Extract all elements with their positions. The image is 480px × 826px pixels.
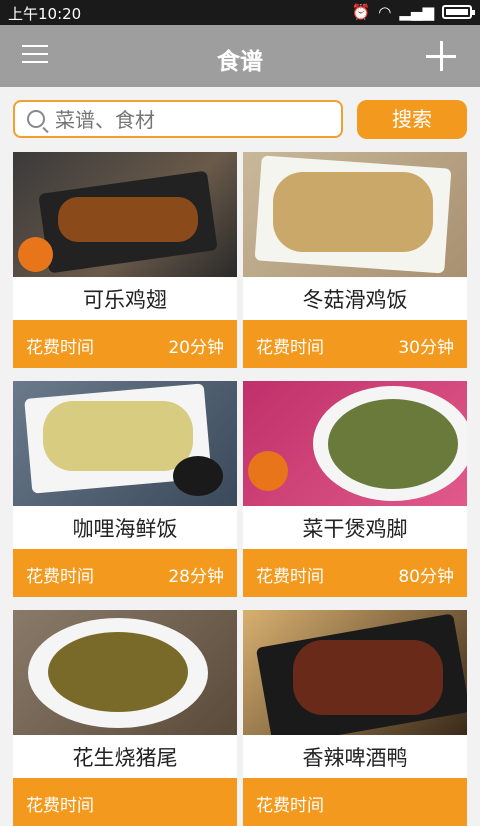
recipe-photo	[13, 610, 237, 735]
wifi-icon: ◠	[378, 3, 392, 21]
search-button[interactable]: 搜索	[357, 100, 467, 139]
recipe-time-bar: 花费时间 28分钟	[13, 549, 237, 597]
recipe-time-bar: 花费时间	[243, 778, 467, 826]
alarm-icon: ⏰	[351, 3, 371, 21]
time-value: 20分钟	[168, 338, 224, 358]
recipe-card[interactable]: 菜干煲鸡脚 花费时间 80分钟	[243, 381, 467, 597]
recipe-photo	[243, 381, 467, 506]
battery-icon	[442, 5, 475, 19]
time-value: 28分钟	[168, 567, 224, 587]
recipe-name: 花生烧猪尾	[72, 746, 178, 770]
recipe-time-bar: 花费时间	[13, 778, 237, 826]
time-label: 花费时间	[26, 567, 94, 587]
time-label: 花费时间	[26, 338, 94, 358]
status-time: 上午10:20	[8, 5, 82, 23]
recipe-photo	[243, 610, 467, 735]
recipe-card[interactable]: 花生烧猪尾 花费时间	[13, 610, 237, 826]
recipe-name: 咖哩海鲜饭	[72, 517, 178, 541]
recipe-name: 可乐鸡翅	[83, 288, 167, 312]
recipe-name: 菜干煲鸡脚	[302, 517, 408, 541]
recipe-card[interactable]: 冬菇滑鸡饭 花费时间 30分钟	[243, 152, 467, 368]
time-label: 花费时间	[256, 796, 324, 816]
search-box[interactable]	[13, 100, 343, 138]
recipe-time-bar: 花费时间 80分钟	[243, 549, 467, 597]
time-value: 30分钟	[398, 338, 454, 358]
recipe-photo	[13, 381, 237, 506]
time-value: 80分钟	[398, 567, 454, 587]
add-icon[interactable]	[426, 41, 456, 71]
search-row: 搜索	[13, 100, 467, 140]
recipe-photo	[243, 152, 467, 277]
recipe-card[interactable]: 咖哩海鲜饭 花费时间 28分钟	[13, 381, 237, 597]
recipe-name: 香辣啤酒鸭	[302, 746, 408, 770]
time-label: 花费时间	[256, 338, 324, 358]
search-input[interactable]	[55, 107, 335, 133]
signal-icon: ▂▄▆	[399, 3, 434, 21]
status-bar: 上午10:20 ⏰ ◠ ▂▄▆	[0, 0, 480, 25]
search-icon	[27, 110, 45, 128]
recipe-time-bar: 花费时间 20分钟	[13, 320, 237, 368]
recipe-photo	[13, 152, 237, 277]
page-title: 食谱	[217, 49, 263, 75]
recipe-card[interactable]: 香辣啤酒鸭 花费时间	[243, 610, 467, 826]
app-bar: 食谱	[0, 25, 480, 87]
recipe-time-bar: 花费时间 30分钟	[243, 320, 467, 368]
recipe-card[interactable]: 可乐鸡翅 花费时间 20分钟	[13, 152, 237, 368]
recipe-name: 冬菇滑鸡饭	[302, 288, 408, 312]
time-label: 花费时间	[26, 796, 94, 816]
time-label: 花费时间	[256, 567, 324, 587]
